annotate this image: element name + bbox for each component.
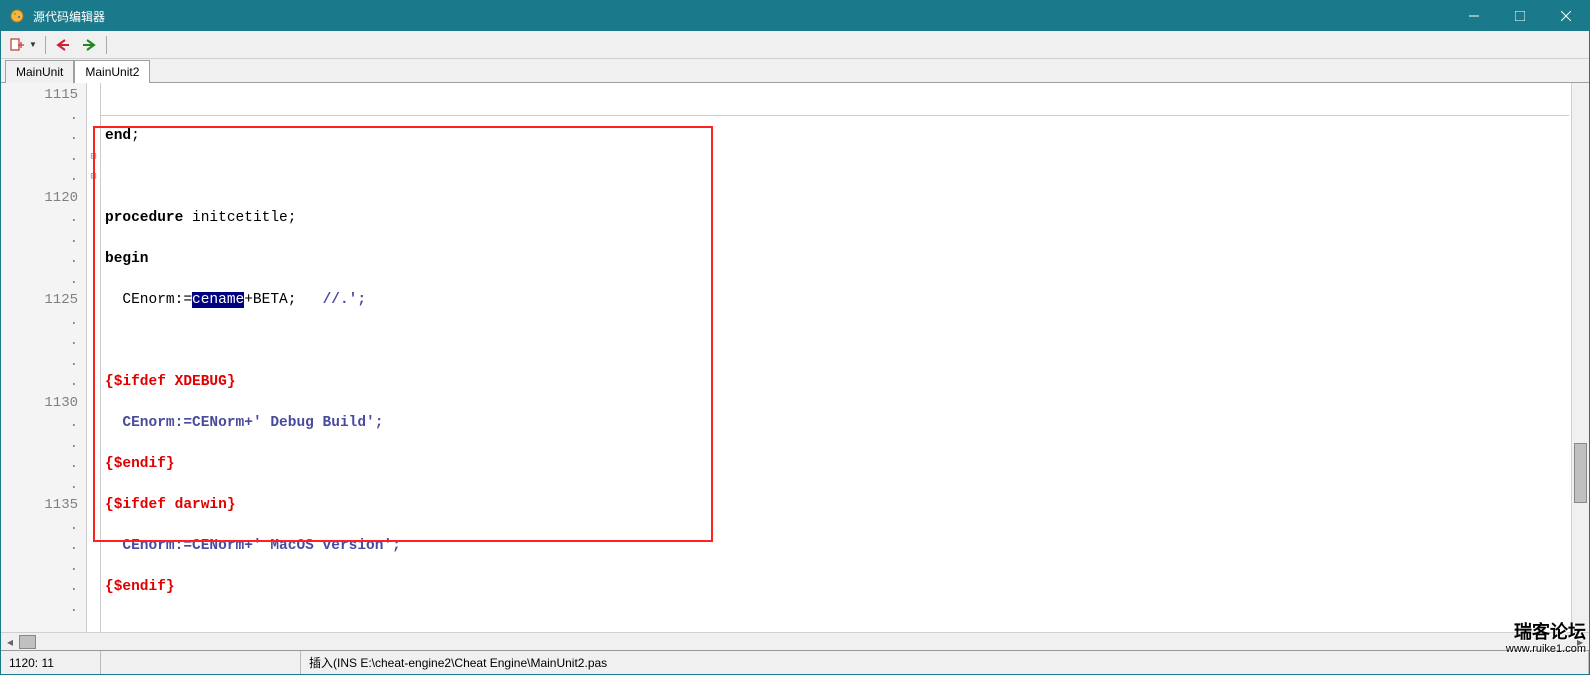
scrollbar-thumb[interactable] [19, 635, 36, 649]
line-number: . [1, 126, 78, 147]
fold-expand-icon[interactable]: ⊟ [87, 167, 100, 188]
tab-mainunit2[interactable]: MainUnit2 [74, 60, 150, 83]
line-number: . [1, 229, 78, 250]
code-line: {$endif} [105, 577, 1585, 598]
fold-marker [87, 126, 100, 147]
code-line [105, 331, 1585, 352]
vertical-scrollbar[interactable] [1571, 83, 1589, 632]
line-number: . [1, 249, 78, 270]
status-modified [101, 651, 301, 674]
line-number: . [1, 516, 78, 537]
fold-marker [87, 85, 100, 106]
line-number: . [1, 311, 78, 332]
line-number: . [1, 208, 78, 229]
code-line: CEnorm:=CENorm+' Debug Build'; [105, 413, 1585, 434]
line-number: . [1, 167, 78, 188]
scrollbar-thumb[interactable] [1574, 443, 1587, 503]
code-line: {$ifdef darwin} [105, 495, 1585, 516]
line-number: 1120 [1, 188, 78, 209]
new-file-dropdown-icon[interactable]: ▼ [29, 40, 37, 49]
scroll-left-icon[interactable]: ◂ [1, 633, 19, 651]
line-number: . [1, 536, 78, 557]
horizontal-scrollbar[interactable]: ◂ ▸ [1, 632, 1589, 650]
line-number: . [1, 475, 78, 496]
code-line [105, 167, 1585, 188]
line-number: 1135 [1, 495, 78, 516]
line-number: . [1, 270, 78, 291]
toolbar: ▼ [1, 31, 1589, 59]
tab-mainunit[interactable]: MainUnit [5, 60, 74, 83]
code-line: end; [105, 126, 1585, 147]
line-number: 1115 [1, 85, 78, 106]
scroll-right-icon[interactable]: ▸ [1571, 633, 1589, 651]
line-number: . [1, 352, 78, 373]
line-number: . [1, 577, 78, 598]
line-number: . [1, 413, 78, 434]
code-line: {$ifdef XDEBUG} [105, 372, 1585, 393]
line-number: . [1, 372, 78, 393]
line-number: . [1, 557, 78, 578]
context-separator [101, 115, 1569, 116]
titlebar[interactable]: 源代码编辑器 [1, 1, 1589, 31]
line-number: . [1, 331, 78, 352]
window: 源代码编辑器 ▼ MainUnit MainUnit2 1115 . . . . [0, 0, 1590, 675]
toolbar-divider [45, 36, 46, 54]
editor-area: 1115 . . . . 1120 . . . . 1125 . . . . 1… [1, 83, 1589, 632]
window-buttons [1451, 1, 1589, 31]
back-button[interactable] [54, 36, 72, 54]
status-path: 插入(INS E:\cheat-engine2\Cheat Engine\Mai… [301, 651, 1589, 674]
minimize-button[interactable] [1451, 1, 1497, 31]
code-line: procedure initcetitle; [105, 208, 1585, 229]
tab-bar: MainUnit MainUnit2 [1, 59, 1589, 83]
toolbar-divider [106, 36, 107, 54]
new-file-button[interactable] [7, 36, 25, 54]
code-line: CEnorm:=CENorm+' MacOS version'; [105, 536, 1585, 557]
statusbar: 1120: 11 插入(INS E:\cheat-engine2\Cheat E… [1, 650, 1589, 674]
line-number: . [1, 147, 78, 168]
line-number: 1125 [1, 290, 78, 311]
line-number: 1130 [1, 393, 78, 414]
code-line: {$endif} [105, 454, 1585, 475]
line-number: . [1, 106, 78, 127]
maximize-button[interactable] [1497, 1, 1543, 31]
fold-column: ⊟ ⊟ │ [87, 83, 101, 632]
code-editor[interactable]: end; procedure initcetitle; begin CEnorm… [101, 83, 1589, 632]
fold-expand-icon[interactable]: ⊟ [87, 147, 100, 168]
code-line: CEnorm:=cename+BETA; //.'; [105, 290, 1585, 311]
fold-marker: │ [87, 188, 100, 209]
line-number: . [1, 598, 78, 619]
window-title: 源代码编辑器 [33, 8, 1451, 25]
close-button[interactable] [1543, 1, 1589, 31]
cursor-position: 1120: 11 [1, 651, 101, 674]
line-number: . [1, 454, 78, 475]
line-number-gutter: 1115 . . . . 1120 . . . . 1125 . . . . 1… [1, 83, 87, 632]
code-line [105, 618, 1585, 632]
fold-marker [87, 106, 100, 127]
code-line: begin [105, 249, 1585, 270]
line-number: . [1, 434, 78, 455]
forward-button[interactable] [80, 36, 98, 54]
selection: cename [192, 292, 244, 308]
app-icon [9, 8, 25, 24]
